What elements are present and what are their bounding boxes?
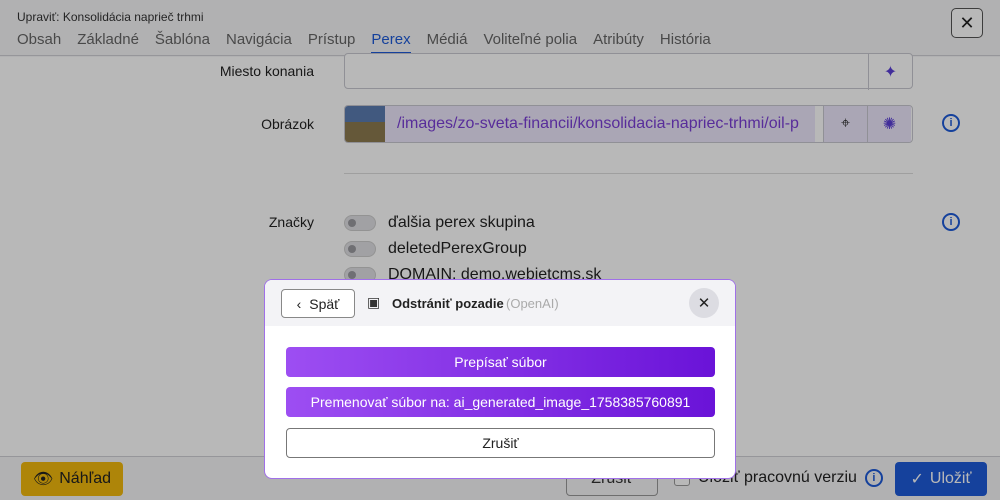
dialog-provider: (OpenAI) [506, 296, 559, 311]
rename-file-button[interactable]: Premenovať súbor na: ai_generated_image_… [286, 387, 715, 417]
dialog-title: Odstrániť pozadie [392, 296, 504, 311]
close-icon: ✕ [697, 295, 711, 312]
dialog-header: ‹ Späť ▣ Odstrániť pozadie (OpenAI) ✕ [265, 280, 735, 326]
dialog-close-button[interactable]: ✕ [689, 288, 719, 318]
back-button[interactable]: ‹ Späť [281, 289, 355, 318]
dialog-cancel-button[interactable]: Zrušiť [286, 428, 715, 458]
back-label: Späť [309, 295, 340, 312]
overwrite-file-button[interactable]: Prepísať súbor [286, 347, 715, 377]
remove-background-dialog: ‹ Späť ▣ Odstrániť pozadie (OpenAI) ✕ Pr… [264, 279, 736, 479]
chevron-left-icon: ‹ [296, 295, 302, 312]
image-remove-icon: ▣ [367, 294, 381, 310]
